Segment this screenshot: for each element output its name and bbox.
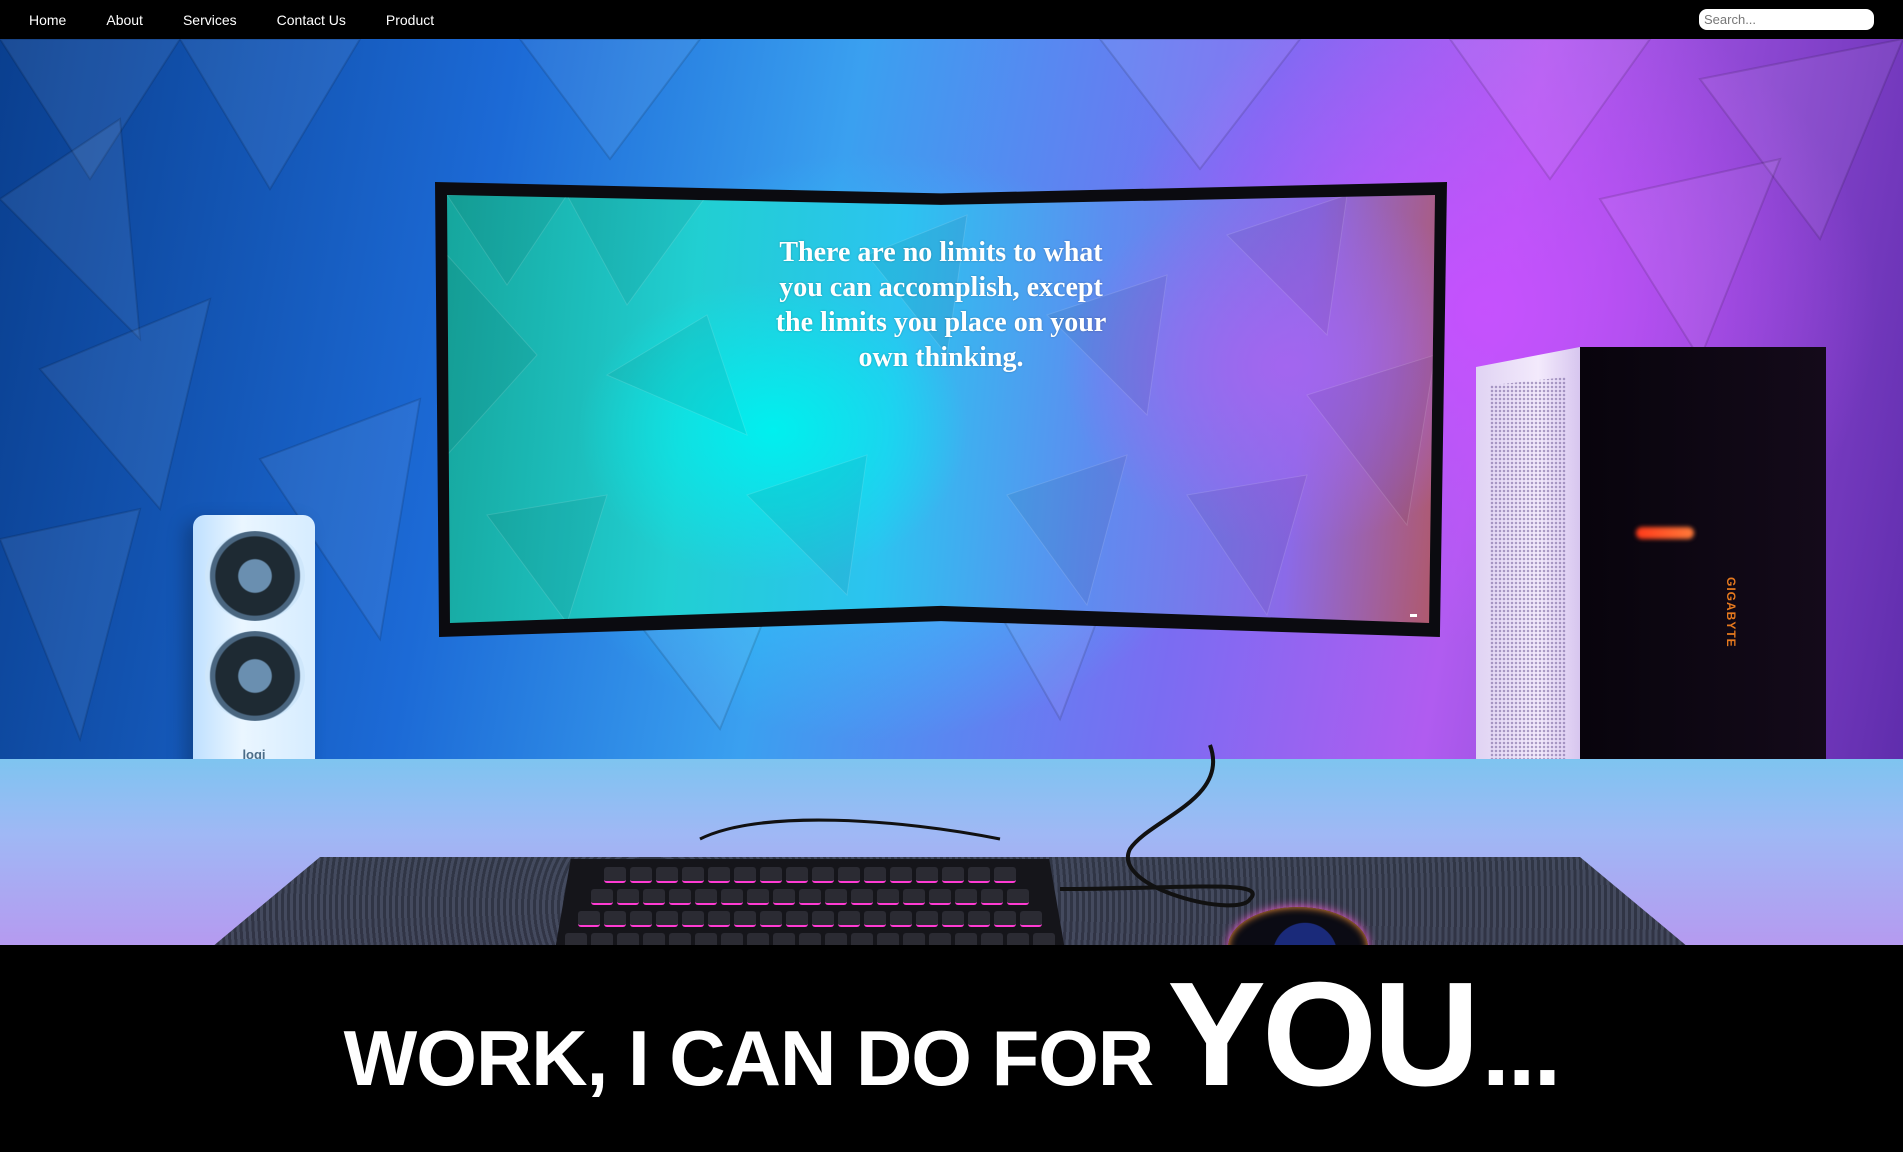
banner-headline: WORK, I CAN DO FOR YOU ... xyxy=(343,950,1562,1120)
nav-link-product[interactable]: Product xyxy=(386,12,434,28)
search-input[interactable] xyxy=(1699,9,1874,30)
hero-section: logi GIGABYTE There are no limits to wha… xyxy=(0,39,1903,945)
nav-link-home[interactable]: Home xyxy=(29,12,66,28)
pc-case-light xyxy=(1636,527,1694,539)
banner-text-dots: ... xyxy=(1481,995,1561,1107)
monitor-power-led xyxy=(1410,614,1417,617)
hero-quote: There are no limits to what you can acco… xyxy=(775,237,1107,373)
monitor-screen: There are no limits to what you can acco… xyxy=(447,195,1435,623)
monitor: There are no limits to what you can acco… xyxy=(435,182,1447,637)
banner-text-small: WORK, I CAN DO FOR xyxy=(343,1014,1155,1102)
top-navbar: Home About Services Contact Us Product xyxy=(0,0,1903,39)
bottom-banner: WORK, I CAN DO FOR YOU ... xyxy=(0,945,1903,1152)
banner-text-big: YOU xyxy=(1167,952,1480,1117)
speaker-cone-bottom xyxy=(205,631,305,721)
nav-link-contact-us[interactable]: Contact Us xyxy=(277,12,346,28)
nav-links: Home About Services Contact Us Product xyxy=(29,12,434,28)
pc-case-brand: GIGABYTE xyxy=(1724,577,1738,648)
nav-link-services[interactable]: Services xyxy=(183,12,237,28)
keyboard xyxy=(550,859,1070,945)
nav-link-about[interactable]: About xyxy=(106,12,143,28)
speaker-cone-top xyxy=(205,531,305,621)
